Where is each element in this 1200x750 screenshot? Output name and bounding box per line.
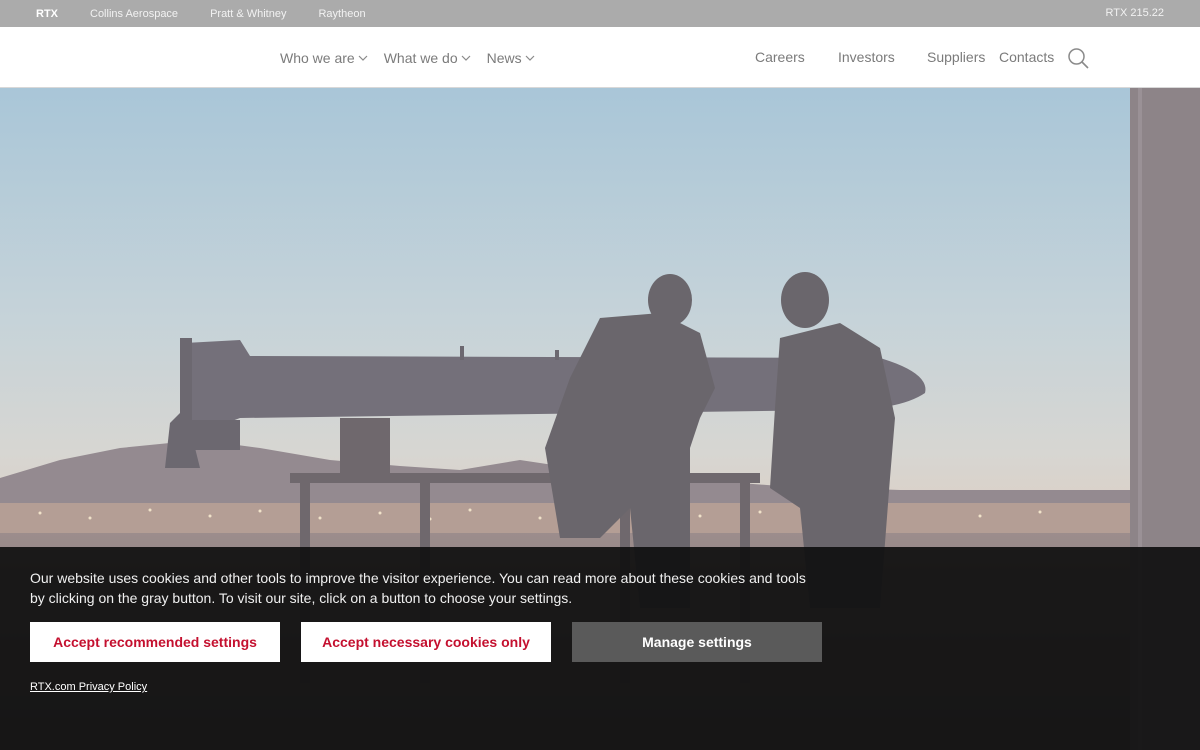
nav-who-we-are-label: Who we are [280, 50, 355, 66]
primary-nav: Who we are What we do News [280, 50, 551, 66]
nav-news-label: News [486, 50, 522, 66]
brand-link-rtx[interactable]: RTX [36, 8, 58, 20]
nav-what-we-do-label: What we do [383, 50, 458, 66]
nav-news[interactable]: News [487, 50, 535, 66]
nav-investors[interactable]: Investors [838, 49, 895, 65]
main-nav: Who we are What we do News Careers Inves… [0, 27, 1200, 88]
nav-suppliers[interactable]: Suppliers [927, 49, 985, 65]
chevron-down-icon [525, 55, 535, 61]
brand-link-raytheon[interactable]: Raytheon [318, 8, 365, 20]
chevron-down-icon [461, 55, 471, 61]
stock-ticker[interactable]: RTX 215.22 [1105, 7, 1164, 19]
accept-necessary-button[interactable]: Accept necessary cookies only [301, 622, 551, 662]
nav-who-we-are[interactable]: Who we are [280, 50, 368, 66]
search-icon[interactable] [1067, 47, 1089, 69]
privacy-policy-link[interactable]: RTX.com Privacy Policy [30, 681, 147, 693]
nav-contacts[interactable]: Contacts [999, 49, 1054, 65]
accept-recommended-button[interactable]: Accept recommended settings [30, 622, 280, 662]
nav-careers[interactable]: Careers [755, 49, 805, 65]
brand-link-pratt-whitney[interactable]: Pratt & Whitney [210, 8, 286, 20]
nav-what-we-do[interactable]: What we do [384, 50, 471, 66]
manage-settings-button[interactable]: Manage settings [572, 622, 822, 662]
cookie-message: Our website uses cookies and other tools… [30, 570, 806, 606]
chevron-down-icon [358, 55, 368, 61]
brand-link-collins-aerospace[interactable]: Collins Aerospace [90, 8, 178, 20]
brand-strip: RTX Collins Aerospace Pratt & Whitney Ra… [0, 0, 1200, 27]
cookie-banner: Our website uses cookies and other tools… [0, 547, 1200, 750]
